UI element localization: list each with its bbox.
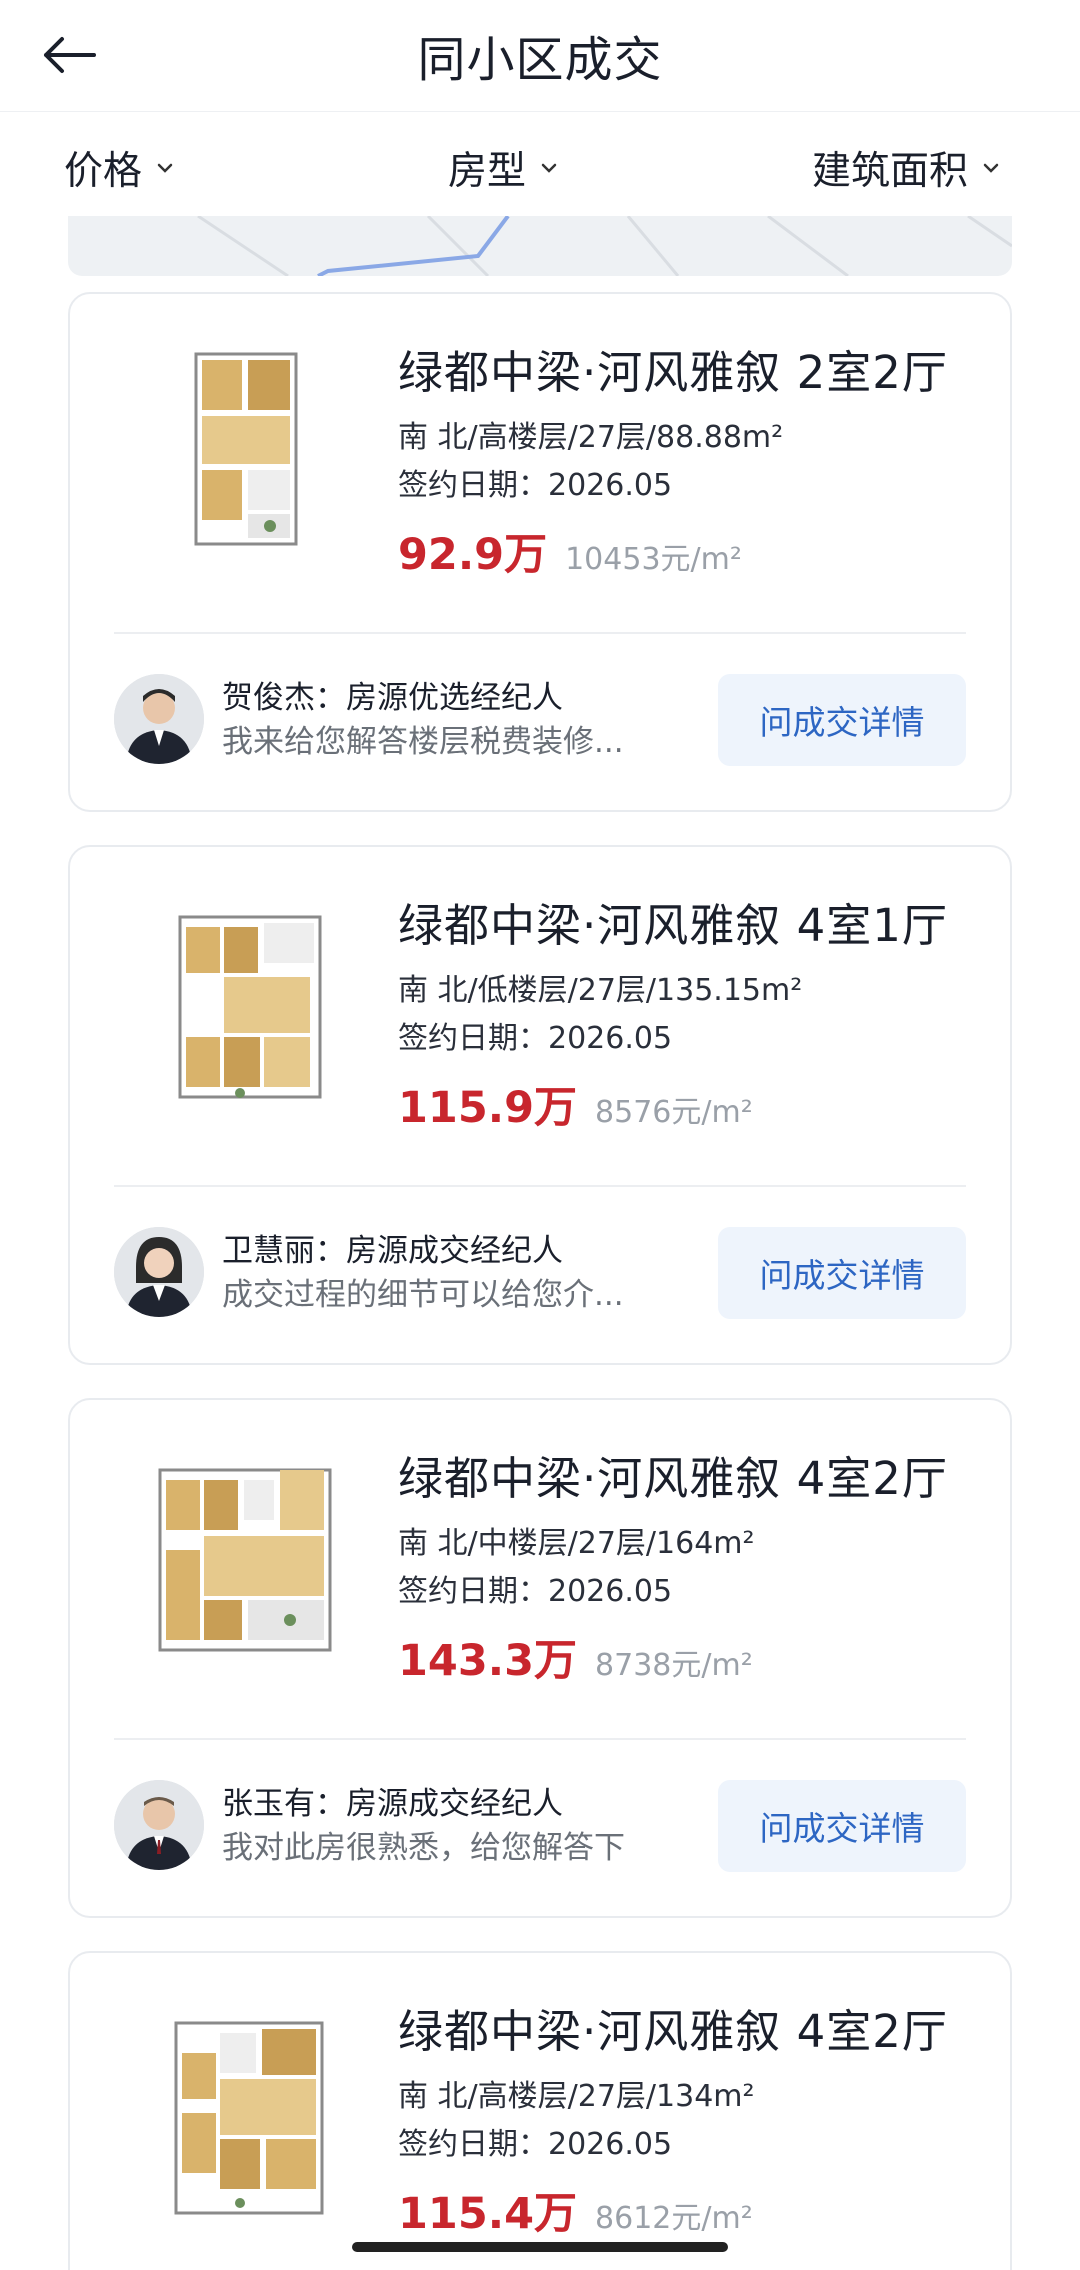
listing-card[interactable]: 绿都中梁·河风雅叙 2室2厅 南 北/高楼层/27层/88.88m² 签约日期：… (68, 292, 1012, 812)
divider (114, 1738, 966, 1740)
listing-card[interactable]: 绿都中梁·河风雅叙 4室1厅 南 北/低楼层/27层/135.15m² 签约日期… (68, 845, 1012, 1365)
listing-info: 南 北/中楼层/27层/164m² (398, 1526, 755, 1561)
filter-area[interactable]: 建筑面积 (812, 140, 1004, 196)
filter-price[interactable]: 价格 (64, 140, 178, 196)
agent-message: 成交过程的细节可以给您介... (222, 1277, 624, 1313)
map-lines (197, 216, 1012, 276)
total-price: 143.3万 (398, 1636, 578, 1686)
total-price: 115.4万 (398, 2189, 578, 2239)
listing-title: 绿都中梁·河风雅叙 4室2厅 (398, 2005, 948, 2058)
listing-info: 南 北/低楼层/27层/135.15m² (398, 973, 803, 1008)
unit-price: 10453元/m² (565, 542, 742, 577)
listing-title: 绿都中梁·河风雅叙 2室2厅 (398, 346, 948, 399)
divider (114, 1185, 966, 1187)
map-preview[interactable] (68, 216, 1012, 276)
price-row: 115.9万 8576元/m² (398, 1073, 753, 1135)
listing-info: 南 北/高楼层/27层/134m² (398, 2079, 755, 2114)
listing-date: 签约日期：2026.05 (398, 2127, 673, 2162)
filter-layout[interactable]: 房型 (448, 140, 562, 196)
person-icon (114, 674, 204, 764)
floor-plan-image (194, 352, 298, 546)
listing-info: 南 北/高楼层/27层/88.88m² (398, 420, 784, 455)
person-icon (114, 1780, 204, 1870)
listing-title: 绿都中梁·河风雅叙 4室1厅 (398, 899, 948, 952)
agent-avatar[interactable] (114, 674, 204, 764)
filter-label: 建筑面积 (812, 149, 969, 194)
listing-card[interactable]: 绿都中梁·河风雅叙 4室2厅 南 北/高楼层/27层/134m² 签约日期：20… (68, 1951, 1012, 2270)
ask-deal-details-button[interactable]: 问成交详情 (718, 1780, 966, 1872)
listing-card[interactable]: 绿都中梁·河风雅叙 4室2厅 南 北/中楼层/27层/164m² 签约日期：20… (68, 1398, 1012, 1918)
total-price: 92.9万 (398, 530, 548, 580)
agent-name: 贺俊杰：房源优选经纪人 (222, 680, 563, 716)
agent-avatar[interactable] (114, 1227, 204, 1317)
agent-name: 张玉有：房源成交经纪人 (222, 1786, 563, 1822)
agent-message: 我对此房很熟悉，给您解答下 (222, 1830, 625, 1866)
top-bar: 同小区成交 (0, 0, 1080, 112)
price-row: 115.4万 8612元/m² (398, 2179, 753, 2241)
filter-label: 价格 (64, 149, 143, 194)
chevron-down-icon (156, 157, 178, 179)
agent-name: 卫慧丽：房源成交经纪人 (222, 1233, 563, 1269)
divider (114, 632, 966, 634)
chevron-down-icon (540, 157, 562, 179)
listing-date: 签约日期：2026.05 (398, 468, 673, 503)
price-row: 92.9万 10453元/m² (398, 520, 742, 582)
filter-bar: 价格 房型 建筑面积 (0, 140, 1080, 202)
price-row: 143.3万 8738元/m² (398, 1626, 753, 1688)
agent-message: 我来给您解答楼层税费装修... (222, 724, 624, 760)
listing-date: 签约日期：2026.05 (398, 1574, 673, 1609)
listing-date: 签约日期：2026.05 (398, 1021, 673, 1056)
unit-price: 8738元/m² (595, 1648, 753, 1683)
agent-avatar[interactable] (114, 1780, 204, 1870)
unit-price: 8576元/m² (595, 1095, 753, 1130)
floor-plan-image (174, 2021, 324, 2215)
home-indicator[interactable] (352, 2242, 728, 2252)
person-icon (114, 1227, 204, 1317)
ask-deal-details-button[interactable]: 问成交详情 (718, 1227, 966, 1319)
floor-plan-image (178, 915, 322, 1099)
floor-plan-image (158, 1468, 332, 1652)
listing-title: 绿都中梁·河风雅叙 4室2厅 (398, 1452, 948, 1505)
total-price: 115.9万 (398, 1083, 578, 1133)
unit-price: 8612元/m² (595, 2201, 753, 2236)
filter-label: 房型 (448, 149, 527, 194)
page-title: 同小区成交 (417, 32, 663, 88)
ask-deal-details-button[interactable]: 问成交详情 (718, 674, 966, 766)
chevron-down-icon (982, 157, 1004, 179)
